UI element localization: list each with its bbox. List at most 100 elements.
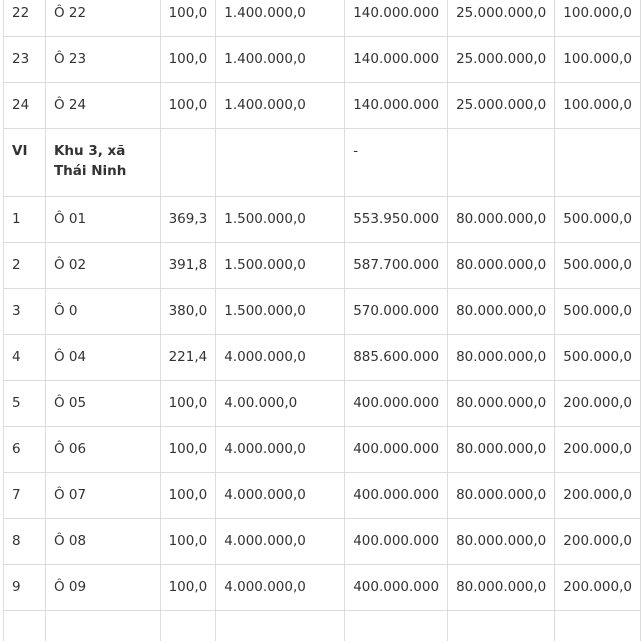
table-row: 7Ô 07 100,0 4.000.000,0 400.000.000 80.000.0… — [3, 472, 641, 519]
deposit-cell: 25.000.000,0 — [447, 36, 556, 83]
deposit-cell: 80.000.000,0 — [447, 380, 556, 427]
area-cell — [159, 128, 217, 197]
fee-cell — [554, 610, 641, 641]
deposit-cell: 80.000.000,0 — [447, 196, 556, 243]
area-cell: 369,3 — [159, 196, 217, 243]
stt-cell: 4 — [3, 334, 46, 381]
fee-cell: 200.000,0 — [554, 426, 641, 473]
deposit-cell: 80.000.000,0 — [447, 426, 556, 473]
area-cell: 100,0 — [159, 518, 217, 565]
plot-name-cell: Ô 01 — [44, 196, 161, 243]
table-row: 4Ô 04 221,4 4.000.000,0 885.600.000 80.000.0… — [3, 334, 641, 381]
unit-price-cell: 1.400.000,0 — [215, 0, 346, 37]
total-price-cell: 140.000.000 — [344, 0, 449, 37]
total-price-cell: 140.000.000 — [344, 82, 449, 129]
total-price-cell: 400.000.000 — [344, 564, 449, 611]
unit-price-cell: 1.500.000,0 — [215, 242, 346, 289]
plot-name-cell: Ô 09 — [44, 564, 161, 611]
stt-cell: 3 — [3, 288, 46, 335]
unit-price-cell: 4.000.000,0 — [215, 564, 346, 611]
fee-cell: 500.000,0 — [554, 288, 641, 335]
deposit-cell — [447, 128, 556, 197]
stt-cell: 24 — [3, 82, 46, 129]
plot-name-cell: Khu 3, xã Thái Ninh — [44, 128, 161, 197]
area-cell: 100,0 — [159, 380, 217, 427]
deposit-cell: 80.000.000,0 — [447, 564, 556, 611]
total-price-cell: 400.000.000 — [344, 380, 449, 427]
unit-price-cell: 4.000.000,0 — [215, 334, 346, 381]
unit-price-cell: 4.000.000,0 — [215, 518, 346, 565]
deposit-cell: 25.000.000,0 — [447, 82, 556, 129]
stt-cell: 2 — [3, 242, 46, 289]
fee-cell: 200.000,0 — [554, 564, 641, 611]
total-price-cell — [344, 610, 449, 641]
unit-price-cell: 1.400.000,0 — [215, 36, 346, 83]
table-row: 8Ô 08 100,0 4.000.000,0 400.000.000 80.000.0… — [3, 518, 641, 565]
deposit-cell — [447, 610, 556, 641]
table-row: 5Ô 05 100,0 4.00.000,0 400.000.000 80.000.00… — [3, 380, 641, 427]
unit-price-cell: 1.500.000,0 — [215, 196, 346, 243]
area-cell: 100,0 — [159, 472, 217, 519]
table-row — [3, 610, 641, 641]
fee-cell: 500.000,0 — [554, 242, 641, 289]
table-row: 23 Ô 23 100,0 1.400.000,0 140.000.000 25.000.… — [3, 36, 641, 83]
table-body: 22 Ô 22 100,0 1.400.000,0 140.000.000 25.000.… — [3, 0, 641, 641]
area-cell: 391,8 — [159, 242, 217, 289]
unit-price-cell: 1.500.000,0 — [215, 288, 346, 335]
total-price-cell: 400.000.000 — [344, 472, 449, 519]
deposit-cell: 80.000.000,0 — [447, 472, 556, 519]
unit-price-cell — [215, 610, 346, 641]
table-row: 6Ô 06 100,0 4.000.000,0 400.000.000 80.000.0… — [3, 426, 641, 473]
total-price-cell: 570.000.000 — [344, 288, 449, 335]
deposit-cell: 80.000.000,0 — [447, 288, 556, 335]
fee-cell: 200.000,0 — [554, 518, 641, 565]
land-price-table: 22 Ô 22 100,0 1.400.000,0 140.000.000 25.000.… — [3, 0, 641, 641]
area-cell: 100,0 — [159, 0, 217, 37]
plot-name-cell — [44, 610, 161, 641]
fee-cell: 500.000,0 — [554, 334, 641, 381]
table-row: 2Ô 02 391,8 1.500.000,0 587.700.000 80.000.0… — [3, 242, 641, 289]
table-row: 3Ô 0 380,0 1.500.000,0 570.000.000 80.000.00… — [3, 288, 641, 335]
stt-cell: 5 — [3, 380, 46, 427]
deposit-cell: 25.000.000,0 — [447, 0, 556, 37]
stt-cell: 9 — [3, 564, 46, 611]
total-price-cell: 587.700.000 — [344, 242, 449, 289]
deposit-cell: 80.000.000,0 — [447, 334, 556, 381]
area-cell: 100,0 — [159, 82, 217, 129]
table-row: 22 Ô 22 100,0 1.400.000,0 140.000.000 25.000.… — [3, 0, 641, 37]
total-price-cell: - — [344, 128, 449, 197]
stt-cell: 23 — [3, 36, 46, 83]
stt-cell: 1 — [3, 196, 46, 243]
fee-cell: 100.000,0 — [554, 82, 641, 129]
fee-cell: 100.000,0 — [554, 0, 641, 37]
unit-price-cell: 4.000.000,0 — [215, 472, 346, 519]
plot-name-cell: Ô 24 — [44, 82, 161, 129]
total-price-cell: 885.600.000 — [344, 334, 449, 381]
plot-name-cell: Ô 08 — [44, 518, 161, 565]
area-cell — [159, 610, 217, 641]
unit-price-cell: 4.00.000,0 — [215, 380, 346, 427]
table-row: 24 Ô 24 100,0 1.400.000,0 140.000.000 25.000.… — [3, 82, 641, 129]
area-cell: 221,4 — [159, 334, 217, 381]
plot-name-cell: Ô 05 — [44, 380, 161, 427]
unit-price-cell: 4.000.000,0 — [215, 426, 346, 473]
plot-name-cell: Ô 23 — [44, 36, 161, 83]
unit-price-cell — [215, 128, 346, 197]
fee-cell — [554, 128, 641, 197]
area-cell: 100,0 — [159, 564, 217, 611]
table-row: 1Ô 01 369,3 1.500.000,0 553.950.000 80.000.0… — [3, 196, 641, 243]
stt-cell: 22 — [3, 0, 46, 37]
deposit-cell: 80.000.000,0 — [447, 242, 556, 289]
deposit-cell: 80.000.000,0 — [447, 518, 556, 565]
area-cell: 100,0 — [159, 426, 217, 473]
stt-cell: 6 — [3, 426, 46, 473]
table-row: 9Ô 09 100,0 4.000.000,0 400.000.000 80.000.0… — [3, 564, 641, 611]
stt-cell: VI — [3, 128, 46, 197]
fee-cell: 200.000,0 — [554, 380, 641, 427]
page: 22 Ô 22 100,0 1.400.000,0 140.000.000 25.000.… — [0, 0, 641, 641]
unit-price-cell: 1.400.000,0 — [215, 82, 346, 129]
stt-cell — [3, 610, 46, 641]
total-price-cell: 140.000.000 — [344, 36, 449, 83]
total-price-cell: 400.000.000 — [344, 426, 449, 473]
plot-name-cell: Ô 02 — [44, 242, 161, 289]
